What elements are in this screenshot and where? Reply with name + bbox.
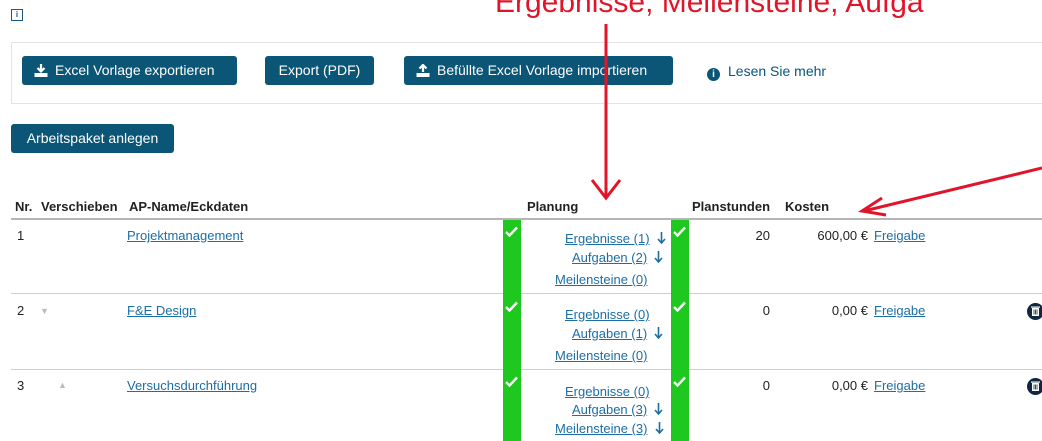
annotation-arrow-left — [857, 166, 1042, 217]
milestones-link[interactable]: Meilensteine (0) — [555, 348, 648, 363]
release-link[interactable]: Freigabe — [874, 378, 925, 393]
work-package-name-link[interactable]: Projektmanagement — [127, 228, 243, 243]
check-icon — [673, 301, 686, 312]
tasks-link[interactable]: Aufgaben (1) — [572, 326, 663, 341]
header-planning: Planung — [527, 199, 579, 214]
planning-status-column-left — [503, 220, 521, 441]
release-link[interactable]: Freigabe — [874, 228, 925, 243]
row-nr: 1 — [17, 228, 25, 243]
planned-hours: 0 — [762, 303, 770, 318]
import-excel-label: Befüllte Excel Vorlage importieren — [437, 62, 648, 78]
info-icon[interactable]: i — [11, 9, 23, 21]
row-nr: 2 — [17, 303, 25, 318]
tasks-label: Aufgaben (1) — [572, 326, 648, 341]
arrow-down-icon — [654, 422, 664, 434]
tasks-link[interactable]: Aufgaben (3) — [572, 402, 663, 417]
work-package-name-link[interactable]: F&E Design — [127, 303, 196, 318]
move-down-icon[interactable]: ▼ — [40, 306, 49, 316]
results-link[interactable]: Ergebnisse (1) — [565, 231, 666, 246]
cost-value: 0,00 € — [831, 378, 868, 393]
export-excel-label: Excel Vorlage exportieren — [55, 62, 215, 78]
read-more-label: Lesen Sie mehr — [728, 63, 827, 79]
export-pdf-label: Export (PDF) — [278, 62, 361, 78]
arrow-down-icon — [654, 251, 663, 263]
planned-hours: 20 — [755, 228, 770, 243]
delete-icon[interactable] — [1027, 303, 1042, 320]
header-hours: Planstunden — [692, 199, 771, 214]
header-cost: Kosten — [785, 199, 830, 214]
header-name: AP-Name/Eckdaten — [129, 199, 249, 214]
toolbar-panel: Excel Vorlage exportieren Export (PDF) B… — [11, 42, 1042, 104]
check-icon — [505, 226, 518, 237]
row-divider — [11, 293, 1042, 294]
header-divider — [11, 218, 1042, 220]
download-icon — [34, 64, 48, 77]
export-excel-button[interactable]: Excel Vorlage exportieren — [22, 56, 237, 85]
upload-icon — [416, 63, 430, 77]
results-label: Ergebnisse (1) — [565, 231, 650, 246]
header-nr: Nr. — [15, 199, 33, 214]
results-link[interactable]: Ergebnisse (0) — [565, 307, 650, 322]
cost-value: 0,00 € — [831, 303, 868, 318]
planned-hours: 0 — [762, 378, 770, 393]
milestones-label: Meilensteine (3) — [555, 421, 648, 436]
tasks-link[interactable]: Aufgaben (2) — [572, 250, 663, 265]
row-divider — [11, 369, 1042, 370]
work-package-name-link[interactable]: Versuchsdurchführung — [127, 378, 257, 393]
read-more-link[interactable]: i Lesen Sie mehr — [707, 63, 826, 81]
arrow-down-icon — [654, 327, 663, 339]
check-icon — [505, 376, 518, 387]
trash-icon — [1031, 381, 1040, 391]
move-up-icon[interactable]: ▲ — [58, 380, 67, 390]
planning-status-column-right — [671, 220, 689, 441]
milestones-link[interactable]: Meilensteine (3) — [555, 421, 664, 436]
import-excel-button[interactable]: Befüllte Excel Vorlage importieren — [404, 56, 673, 85]
arrow-down-icon — [654, 403, 663, 415]
create-work-package-button[interactable]: Arbeitspaket anlegen — [11, 124, 174, 153]
results-link[interactable]: Ergebnisse (0) — [565, 384, 650, 399]
delete-icon[interactable] — [1027, 378, 1042, 395]
header-move: Verschieben — [41, 199, 118, 214]
row-nr: 3 — [17, 378, 25, 393]
arrow-down-icon — [656, 232, 666, 244]
release-link[interactable]: Freigabe — [874, 303, 925, 318]
check-icon — [505, 301, 518, 312]
check-icon — [673, 226, 686, 237]
info-circle-icon: i — [707, 68, 720, 81]
export-pdf-button[interactable]: Export (PDF) — [265, 56, 374, 85]
cost-value: 600,00 € — [817, 228, 868, 243]
tasks-label: Aufgaben (2) — [572, 250, 648, 265]
milestones-link[interactable]: Meilensteine (0) — [555, 272, 648, 287]
create-work-package-label: Arbeitspaket anlegen — [26, 130, 159, 146]
tasks-label: Aufgaben (3) — [572, 402, 648, 417]
annotation-text: Ergebnisse, Meilensteine, Aufga — [495, 0, 924, 19]
check-icon — [673, 376, 686, 387]
trash-icon — [1031, 306, 1040, 316]
